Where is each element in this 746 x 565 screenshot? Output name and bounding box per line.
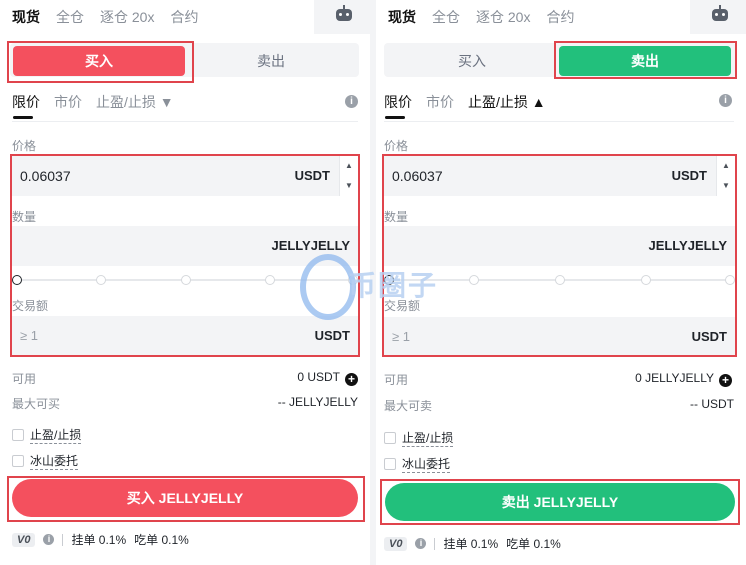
iceberg-checkbox-label: 冰山委托 (30, 454, 79, 470)
highlight-box (7, 41, 194, 83)
highlight-box (380, 479, 740, 525)
watermark-logo: 币圈子 (298, 252, 448, 320)
price-label: 价格 (12, 139, 37, 153)
iceberg-checkbox-label: 冰山委托 (402, 457, 451, 473)
max-sell-value: -- USDT (690, 397, 734, 411)
available-label: 可用 (384, 373, 409, 387)
tpsl-checkbox[interactable]: 止盈/止损 (384, 429, 454, 447)
tab-contract[interactable]: 合约 (546, 6, 574, 28)
trade-mode-tabs: 现货 全仓 逐仓 20x 合约 (12, 6, 330, 28)
info-icon[interactable]: i (415, 538, 427, 549)
tab-limit[interactable]: 限价 (384, 92, 412, 112)
info-icon[interactable]: i (43, 534, 55, 545)
tab-market[interactable]: 市价 (54, 92, 82, 112)
tpsl-checkbox-label: 止盈/止损 (402, 431, 454, 447)
available-value: 0 USDT (297, 370, 340, 384)
taker-fee: 吃单 0.1% (134, 533, 189, 547)
checkbox-icon (384, 432, 396, 444)
iceberg-checkbox[interactable]: 冰山委托 (12, 452, 79, 470)
deposit-plus-icon[interactable]: + (345, 373, 358, 386)
taker-fee: 吃单 0.1% (506, 537, 561, 551)
separator (62, 533, 64, 546)
price-label: 价格 (384, 139, 409, 153)
active-tab-indicator (13, 116, 33, 119)
tab-isolated[interactable]: 逐仓 20x (476, 6, 530, 28)
sell-side-button[interactable]: 卖出 (185, 46, 357, 76)
iceberg-checkbox[interactable]: 冰山委托 (384, 455, 451, 473)
maker-fee: 挂单 0.1% (443, 537, 499, 551)
tab-spot[interactable]: 现货 (388, 6, 416, 28)
available-label: 可用 (12, 372, 37, 386)
info-icon[interactable]: i (345, 95, 358, 108)
tab-isolated[interactable]: 逐仓 20x (100, 6, 154, 28)
checkbox-icon (12, 429, 24, 441)
tab-contract[interactable]: 合约 (170, 6, 198, 28)
divider (12, 121, 358, 122)
available-balance: 0 JELLYJELLY + (635, 371, 732, 387)
maker-fee: 挂单 0.1% (71, 533, 127, 547)
fee-info: V0 i 挂单 0.1% 吃单 0.1% (384, 535, 561, 552)
robot-icon (712, 5, 728, 21)
tab-cross[interactable]: 全仓 (432, 6, 460, 28)
vip-level-badge: V0 (384, 536, 408, 551)
order-type-tabs: 限价 市价 止盈/止损 ▼ (12, 92, 174, 112)
active-tab-indicator (385, 116, 405, 119)
tab-spot[interactable]: 现货 (12, 6, 40, 28)
vip-level-badge: V0 (12, 532, 36, 547)
fee-info: V0 i 挂单 0.1% 吃单 0.1% (12, 531, 189, 548)
tab-tpsl[interactable]: 止盈/止损 ▼ (96, 92, 174, 112)
separator (434, 537, 436, 550)
checkbox-icon (384, 458, 396, 470)
watermark-text: 币圈子 (348, 270, 439, 301)
tpsl-checkbox-label: 止盈/止损 (30, 428, 82, 444)
order-type-tabs: 限价 市价 止盈/止损 ▲ (384, 92, 546, 112)
buy-side-button[interactable]: 买入 (386, 46, 558, 76)
max-buy-label: 最大可买 (12, 397, 61, 411)
tab-cross[interactable]: 全仓 (56, 6, 84, 28)
tpsl-checkbox[interactable]: 止盈/止损 (12, 426, 82, 444)
max-buy-value: -- JELLYJELLY (277, 395, 358, 409)
divider (384, 121, 734, 122)
tab-limit[interactable]: 限价 (12, 92, 40, 112)
trading-bot-button[interactable] (690, 0, 746, 34)
robot-icon (336, 5, 352, 21)
available-balance: 0 USDT + (297, 370, 358, 386)
max-sell-label: 最大可卖 (384, 399, 433, 413)
info-icon[interactable]: i (719, 94, 732, 107)
highlight-box (7, 476, 365, 522)
checkbox-icon (12, 455, 24, 467)
trade-mode-tabs: 现货 全仓 逐仓 20x 合约 (388, 6, 706, 28)
trading-bot-button[interactable] (314, 0, 370, 34)
highlight-box (554, 41, 737, 79)
available-value: 0 JELLYJELLY (635, 371, 714, 385)
deposit-plus-icon[interactable]: + (719, 374, 732, 387)
tab-market[interactable]: 市价 (426, 92, 454, 112)
tab-tpsl[interactable]: 止盈/止损 ▲ (468, 92, 546, 112)
